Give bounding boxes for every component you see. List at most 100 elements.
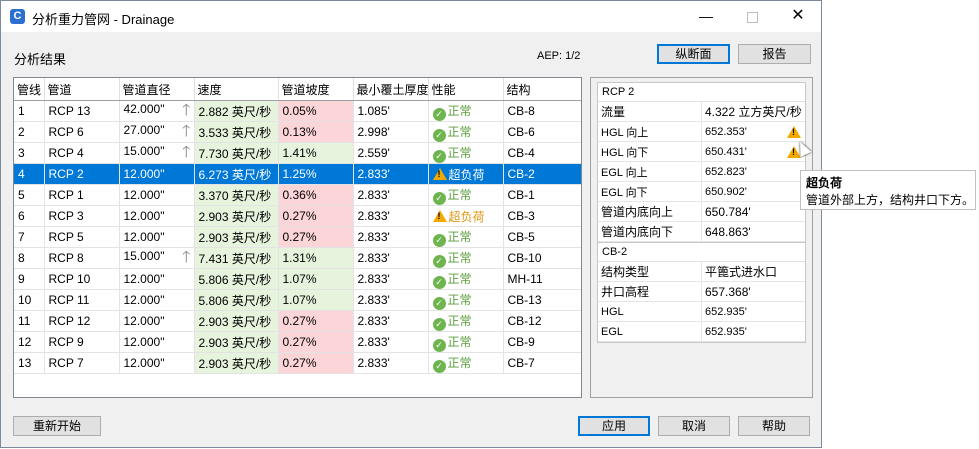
column-header[interactable]: 结构: [503, 78, 581, 101]
min-cover-cell: 2.833': [353, 226, 429, 248]
status-text: 正常: [447, 103, 472, 118]
property-key: 井口高程: [598, 281, 702, 302]
title-bar: C 分析重力管网 - Drainage — ✕: [1, 1, 821, 32]
diameter-value: 12.000": [123, 272, 165, 286]
table-row[interactable]: 3 RCP 4 15.000" 🡑 7.730 英尺/秒 1.41% 2.559' ✓ 正常 CB…: [14, 142, 581, 164]
min-cover-cell: 2.833': [353, 247, 429, 269]
cancel-button[interactable]: 取消: [658, 416, 730, 436]
line-number-cell: 1: [14, 100, 45, 122]
structure-cell: CB-7: [503, 352, 581, 374]
structure-cell: CB-6: [503, 121, 581, 143]
line-number-cell: 5: [14, 184, 45, 206]
status-cell: ✓ 正常: [428, 310, 504, 332]
table-row[interactable]: 8 RCP 8 15.000" 🡑 7.431 英尺/秒 1.31% 2.833' ✓ 正常 CB…: [14, 247, 581, 269]
property-value: 652.935': [701, 301, 805, 322]
line-number-cell: 3: [14, 142, 45, 164]
property-value-cell: 652.823': [701, 161, 805, 182]
status-text: 正常: [447, 187, 472, 202]
property-row: 井口高程 657.368': [598, 281, 805, 302]
check-circle-icon: ✓: [432, 275, 446, 289]
column-header[interactable]: 管道直径: [119, 78, 195, 101]
slope-cell: 0.05%: [278, 100, 354, 122]
velocity-cell: 2.903 英尺/秒: [194, 331, 279, 353]
tooltip-title: 超负荷: [806, 176, 843, 190]
help-button[interactable]: 帮助: [738, 416, 810, 436]
status-cell: ✓ 正常: [428, 247, 504, 269]
table-row[interactable]: 11 RCP 12 12.000" 2.903 英尺/秒 0.27% 2.833' ✓ 正常 C…: [14, 310, 581, 332]
slope-cell: 1.31%: [278, 247, 354, 269]
results-grid[interactable]: 管线 管道 管道直径 速度 管道坡度 最小覆土厚度 性能 结构 1 RCP 13 42.000" 🡑…: [13, 77, 582, 398]
velocity-cell: 2.882 英尺/秒: [194, 100, 279, 122]
maximize-button[interactable]: [729, 1, 775, 32]
restart-button[interactable]: 重新开始: [13, 416, 101, 436]
aep-indicator: AEP: 1/2: [537, 50, 581, 62]
property-value: 657.368': [701, 281, 805, 302]
column-header[interactable]: 速度: [194, 78, 279, 101]
pipe-name-cell: RCP 8: [44, 247, 120, 269]
velocity-cell: 5.806 英尺/秒: [194, 289, 279, 311]
property-key: HGL 向上: [598, 121, 702, 142]
up-arrow-icon: 🡑: [182, 102, 191, 119]
pipe-name-cell: RCP 3: [44, 205, 120, 227]
diameter-value: 15.000": [123, 249, 165, 263]
column-header[interactable]: 管道: [44, 78, 120, 101]
warning-triangle-icon[interactable]: [787, 125, 801, 138]
maximize-icon: [746, 11, 758, 23]
property-key: 结构类型: [598, 262, 702, 282]
velocity-cell: 6.273 英尺/秒: [194, 163, 279, 185]
property-row: HGL 向下 650.431': [598, 141, 805, 162]
slope-cell: 0.27%: [278, 205, 354, 227]
line-number-cell: 12: [14, 331, 45, 353]
table-row[interactable]: 13 RCP 7 12.000" 2.903 英尺/秒 0.27% 2.833' ✓ 正常 CB…: [14, 352, 581, 374]
property-key: EGL 向下: [598, 181, 702, 202]
status-cell: ✓ 正常: [428, 331, 504, 353]
tooltip-body: 管道外部上方，结构井口下方。: [806, 193, 975, 207]
column-header[interactable]: 管线: [14, 78, 45, 101]
status-cell: ✓ 正常: [428, 100, 504, 122]
up-arrow-icon: 🡑: [182, 144, 191, 161]
slope-cell: 1.07%: [278, 289, 354, 311]
status-text: 正常: [447, 145, 472, 160]
minimize-button[interactable]: —: [683, 1, 729, 32]
check-circle-icon: ✓: [432, 107, 446, 121]
table-row[interactable]: 7 RCP 5 12.000" 2.903 英尺/秒 0.27% 2.833' ✓ 正常 CB-…: [14, 226, 581, 248]
apply-button[interactable]: 应用: [578, 416, 650, 436]
table-row[interactable]: 1 RCP 13 42.000" 🡑 2.882 英尺/秒 0.05% 1.085' ✓ 正常 C…: [14, 100, 581, 122]
line-number-cell: 9: [14, 268, 45, 290]
table-row[interactable]: 9 RCP 10 12.000" 5.806 英尺/秒 1.07% 2.833' ✓ 正常 MH…: [14, 268, 581, 290]
property-value-cell: 650.784': [701, 201, 805, 222]
diameter-cell: 12.000": [119, 352, 195, 374]
diameter-cell: 12.000": [119, 163, 195, 185]
table-row[interactable]: 4RCP 212.000" 6.273 英尺/秒1.25%2.833' 超负荷 CB-…: [14, 163, 581, 185]
table-row[interactable]: 5 RCP 1 12.000" 3.370 英尺/秒 0.36% 2.833' ✓ 正常 CB-…: [14, 184, 581, 206]
diameter-value: 12.000": [123, 230, 165, 244]
column-header[interactable]: 管道坡度: [278, 78, 354, 101]
diameter-value: 15.000": [123, 144, 165, 158]
structure-cell: CB-2: [503, 163, 581, 185]
pipe-name-cell: RCP 5: [44, 226, 120, 248]
line-number-cell: 2: [14, 121, 45, 143]
structure-cell: CB-10: [503, 247, 581, 269]
table-row[interactable]: 10 RCP 11 12.000" 5.806 英尺/秒 1.07% 2.833' ✓ 正常 C…: [14, 289, 581, 311]
structure-cell: CB-4: [503, 142, 581, 164]
structure-cell: CB-8: [503, 100, 581, 122]
table-row[interactable]: 12 RCP 9 12.000" 2.903 英尺/秒 0.27% 2.833' ✓ 正常 CB…: [14, 331, 581, 353]
diameter-value: 12.000": [123, 356, 165, 370]
status-text: 超负荷: [448, 167, 485, 182]
check-circle-icon: ✓: [432, 317, 446, 331]
profile-button[interactable]: 纵断面: [657, 44, 730, 64]
diameter-cell: 12.000": [119, 184, 195, 206]
status-cell: 超负荷: [428, 163, 504, 185]
property-row: 管道内底向上 650.784': [598, 201, 805, 222]
report-button[interactable]: 报告: [738, 44, 811, 64]
window-title: 分析重力管网 - Drainage: [32, 12, 175, 27]
close-button[interactable]: ✕: [775, 1, 821, 32]
column-header[interactable]: 性能: [428, 78, 504, 101]
structure-cell: CB-3: [503, 205, 581, 227]
min-cover-cell: 2.833': [353, 310, 429, 332]
property-key: HGL 向下: [598, 141, 702, 162]
status-text: 超负荷: [448, 209, 485, 224]
table-row[interactable]: 2 RCP 6 27.000" 🡑 3.533 英尺/秒 0.13% 2.998' ✓ 正常 CB…: [14, 121, 581, 143]
column-header[interactable]: 最小覆土厚度: [353, 78, 429, 101]
table-row[interactable]: 6RCP 312.000" 2.903 英尺/秒0.27%2.833' 超负荷 CB-…: [14, 205, 581, 227]
